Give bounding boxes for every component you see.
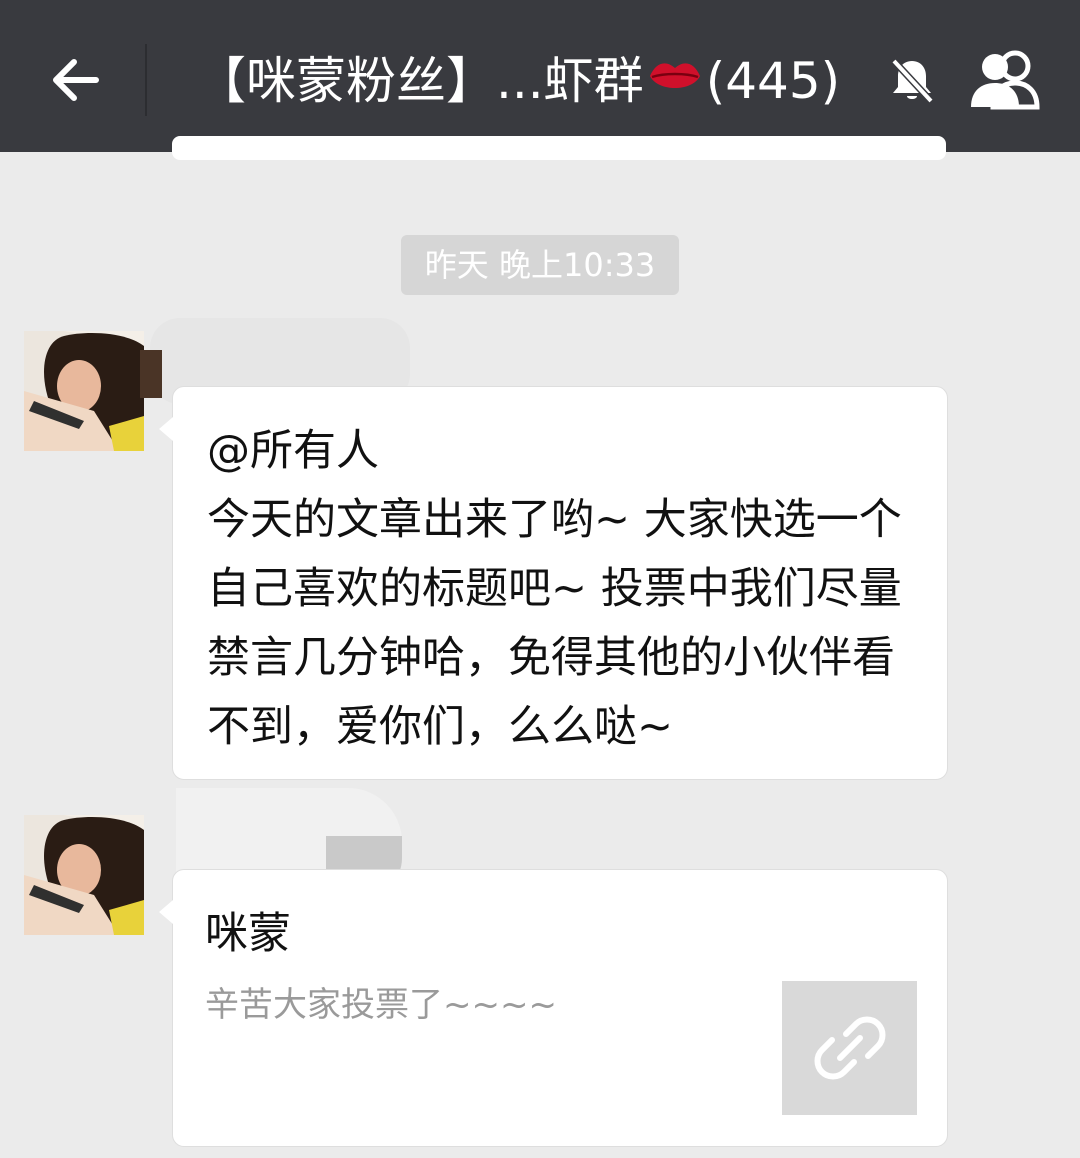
- link-card-title: 咪蒙: [205, 909, 291, 959]
- message-body: 今天的文章出来了哟~ 大家快选一个自己喜欢的标题吧~ 投票中我们尽量禁言几分钟哈…: [207, 495, 902, 752]
- previous-message-bubble[interactable]: [172, 136, 946, 160]
- group-members-button[interactable]: [962, 44, 1054, 116]
- back-button[interactable]: [40, 46, 108, 114]
- header-divider: [145, 44, 147, 116]
- message-bubble[interactable]: @所有人 今天的文章出来了哟~ 大家快选一个自己喜欢的标题吧~ 投票中我们尽量禁…: [159, 386, 948, 780]
- sender-name-redacted-accent: [140, 350, 162, 398]
- mention-all[interactable]: @所有人: [207, 417, 919, 486]
- link-icon: [814, 1016, 885, 1080]
- message-timestamp: 昨天 晚上10:33: [401, 235, 679, 295]
- link-card-description: 辛苦大家投票了~~~~: [205, 985, 557, 1025]
- chat-header: 【咪蒙粉丝】...虾群 (445): [0, 0, 1080, 152]
- sender-avatar[interactable]: [24, 331, 144, 451]
- group-members-icon: [971, 50, 1040, 110]
- link-card-thumbnail: [782, 981, 917, 1115]
- message-text: @所有人 今天的文章出来了哟~ 大家快选一个自己喜欢的标题吧~ 投票中我们尽量禁…: [207, 417, 919, 762]
- mute-indicator: [880, 48, 944, 112]
- arrow-left-icon: [53, 59, 99, 101]
- chat-title: 【咪蒙粉丝】...虾群 (445): [196, 46, 840, 116]
- sender-avatar[interactable]: [24, 815, 144, 935]
- bell-muted-icon: [891, 58, 934, 104]
- kiss-lips-icon: [646, 46, 704, 116]
- link-card-bubble[interactable]: 咪蒙 辛苦大家投票了~~~~: [159, 869, 948, 1147]
- chat-title-text: 【咪蒙粉丝】...虾群: [196, 52, 644, 110]
- member-count: (445): [705, 52, 841, 110]
